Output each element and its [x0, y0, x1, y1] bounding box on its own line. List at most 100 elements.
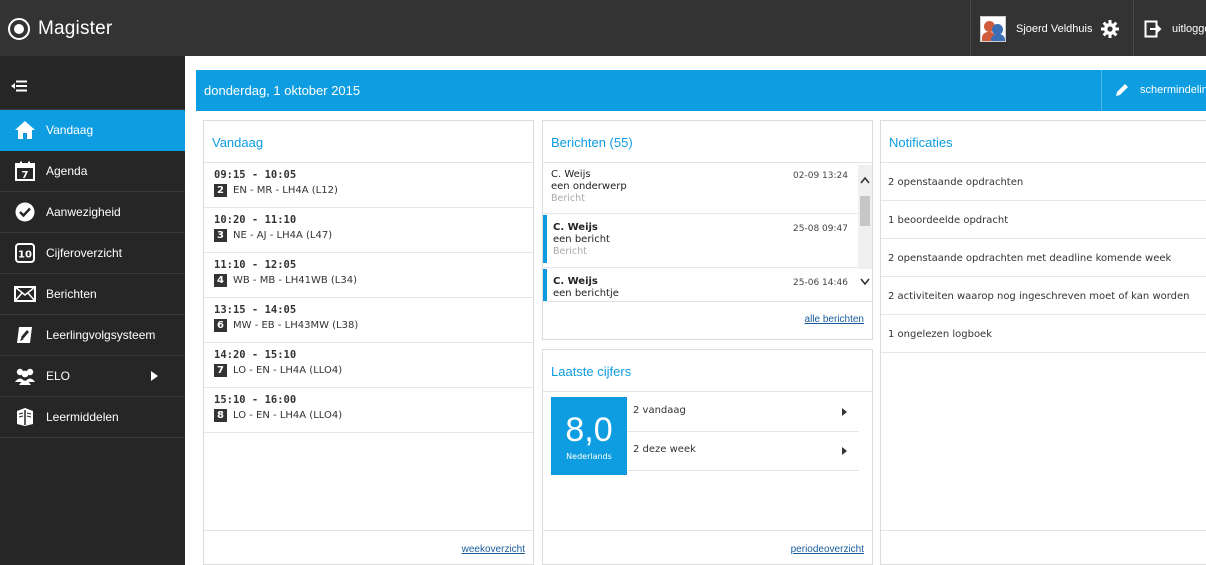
latest-grades-panel: Laatste cijfers 8,0 Nederlands 2 vandaag… — [542, 349, 873, 565]
grade-subject: Nederlands — [566, 452, 612, 461]
chevron-right-icon — [842, 408, 847, 416]
lesson-time: 09:15 - 10:05 — [214, 169, 297, 181]
sidebar-item-berichten[interactable]: Berichten — [0, 274, 185, 315]
message-item[interactable]: C. Weijs een bericht Bericht 25-08 09:47 — [543, 215, 858, 263]
lesson-time: 13:15 - 14:05 — [214, 304, 297, 316]
lesson-item[interactable]: 10:20 - 11:10 3 NE - AJ - LH4A (L47) — [204, 208, 533, 253]
lesson-desc: MW - EB - LH43MW (L38) — [233, 320, 359, 331]
date-bar-divider — [1101, 70, 1102, 111]
grades-today-row[interactable]: 2 vandaag — [627, 393, 859, 432]
lesson-item[interactable]: 11:10 - 12:05 4 WB - MB - LH41WB (L34) — [204, 253, 533, 298]
sidebar-item-label: Leermiddelen — [46, 410, 119, 424]
message-item[interactable]: C. Weijs een onderwerp Bericht 02-09 13:… — [543, 169, 858, 209]
logout-button[interactable]: uitloggen — [1144, 16, 1206, 42]
all-messages-link[interactable]: alle berichten — [805, 314, 864, 325]
sidebar-item-label: Berichten — [46, 287, 97, 301]
scroll-up-icon[interactable] — [860, 176, 870, 184]
message-subject: een bericht — [553, 234, 610, 245]
notification-item[interactable]: 2 activiteiten waarop nog ingeschreven m… — [881, 277, 1206, 315]
message-type: Bericht — [551, 193, 585, 204]
panel-title: Vandaag — [204, 121, 533, 163]
notification-item[interactable]: 2 openstaande opdrachten — [881, 163, 1206, 201]
hour-badge: 6 — [214, 319, 227, 332]
lesson-list: 09:15 - 10:05 2 EN - MR - LH4A (L12) 10:2… — [204, 163, 533, 433]
hour-badge: 7 — [214, 364, 227, 377]
lesson-item[interactable]: 13:15 - 14:05 6 MW - EB - LH43MW (L38) — [204, 298, 533, 343]
top-bar: Magister Sjoerd Veldhuis uitlogg — [0, 0, 1206, 56]
panel-title: Berichten (55) — [543, 121, 872, 163]
divider — [543, 267, 858, 268]
notification-item[interactable]: 2 openstaande opdrachten met deadline ko… — [881, 239, 1206, 277]
sidebar-item-agenda[interactable]: 7 Agenda — [0, 151, 185, 192]
sidebar-item-leermiddelen[interactable]: Leermiddelen — [0, 397, 185, 438]
grades-week-label: 2 deze week — [633, 444, 696, 455]
logout-label[interactable]: uitloggen — [1172, 23, 1206, 35]
avatar[interactable] — [980, 16, 1006, 42]
divider — [543, 213, 858, 214]
notifications-panel: Notificaties 2 openstaande opdrachten 1 … — [880, 120, 1206, 565]
envelope-icon — [14, 283, 36, 305]
lesson-desc: LO - EN - LH4A (LLO4) — [233, 365, 343, 376]
sidebar-item-aanwezigheid[interactable]: Aanwezigheid — [0, 192, 185, 233]
lesson-desc: WB - MB - LH41WB (L34) — [233, 275, 358, 286]
date-bar: donderdag, 1 oktober 2015 schermindeling — [196, 70, 1206, 111]
period-overview-link[interactable]: periodeoverzicht — [791, 544, 864, 555]
message-item[interactable]: C. Weijs een berichtje 25-06 14:46 — [543, 269, 858, 301]
hour-badge: 2 — [214, 184, 227, 197]
sidebar-toggle[interactable] — [0, 56, 185, 110]
lesson-time: 11:10 - 12:05 — [214, 259, 297, 271]
lesson-desc: LO - EN - LH4A (LLO4) — [233, 410, 343, 421]
message-subject: een onderwerp — [551, 181, 627, 192]
lesson-time: 10:20 - 11:10 — [214, 214, 297, 226]
hour-badge: 8 — [214, 409, 227, 422]
sidebar-item-leerlingvolgsysteem[interactable]: Leerlingvolgsysteem — [0, 315, 185, 356]
calendar-icon: 7 — [14, 160, 36, 182]
logout-icon — [1144, 20, 1162, 38]
notification-item[interactable]: 1 beoordeelde opdracht — [881, 201, 1206, 239]
grade-tile[interactable]: 8,0 Nederlands — [551, 397, 627, 475]
message-time: 02-09 13:24 — [793, 171, 848, 181]
scroll-down-icon[interactable] — [860, 278, 870, 286]
user-menu[interactable]: Sjoerd Veldhuis — [980, 16, 1120, 42]
lesson-item[interactable]: 15:10 - 16:00 8 LO - EN - LH4A (LLO4) — [204, 388, 533, 433]
scrollbar-thumb[interactable] — [860, 196, 870, 226]
check-circle-icon — [14, 201, 36, 223]
sidebar-item-label: Agenda — [46, 164, 88, 178]
edit-layout-button[interactable]: schermindeling — [1114, 82, 1206, 98]
week-overview-link[interactable]: weekoverzicht — [462, 544, 525, 555]
panel-footer: alle berichten — [543, 301, 872, 339]
brand[interactable]: Magister — [8, 17, 112, 41]
grades-week-row[interactable]: 2 deze week — [627, 432, 859, 471]
home-icon — [14, 119, 36, 141]
notification-item[interactable]: 1 ongelezen logboek — [881, 315, 1206, 353]
collapse-menu-icon[interactable] — [11, 80, 27, 92]
lesson-desc: NE - AJ - LH4A (L47) — [233, 230, 333, 241]
chevron-right-icon — [151, 371, 158, 381]
message-time: 25-08 09:47 — [793, 224, 848, 234]
message-subject: een berichtje — [553, 288, 619, 299]
hour-badge: 4 — [214, 274, 227, 287]
panel-title: Notificaties — [881, 121, 1206, 163]
edit-layout-label[interactable]: schermindeling — [1140, 84, 1206, 96]
sidebar-item-elo[interactable]: ELO — [0, 356, 185, 397]
grade-value: 8,0 — [565, 411, 613, 449]
svg-text:7: 7 — [22, 170, 29, 181]
lesson-item[interactable]: 14:20 - 15:10 7 LO - EN - LH4A (LLO4) — [204, 343, 533, 388]
message-type: Bericht — [553, 246, 587, 257]
lesson-item[interactable]: 09:15 - 10:05 2 EN - MR - LH4A (L12) — [204, 163, 533, 208]
today-panel: Vandaag 09:15 - 10:05 2 EN - MR - LH4A (L… — [203, 120, 534, 565]
lesson-time: 15:10 - 16:00 — [214, 394, 297, 406]
panel-footer: periodeoverzicht — [543, 530, 872, 564]
sidebar-item-cijferoverzicht[interactable]: 10 Cijferoverzicht — [0, 233, 185, 274]
magister-logo-icon — [8, 18, 30, 40]
messages-panel: Berichten (55) C. Weijs een onderwerp Be… — [542, 120, 873, 340]
grades-today-label: 2 vandaag — [633, 405, 686, 416]
sidebar-item-vandaag[interactable]: Vandaag — [0, 110, 185, 151]
gear-icon[interactable] — [1100, 19, 1120, 39]
pencil-icon — [1116, 84, 1128, 96]
user-name[interactable]: Sjoerd Veldhuis — [1016, 23, 1092, 35]
chevron-right-icon — [842, 447, 847, 455]
panel-footer — [881, 530, 1206, 564]
svg-text:10: 10 — [18, 250, 32, 261]
grade-icon: 10 — [14, 242, 36, 264]
